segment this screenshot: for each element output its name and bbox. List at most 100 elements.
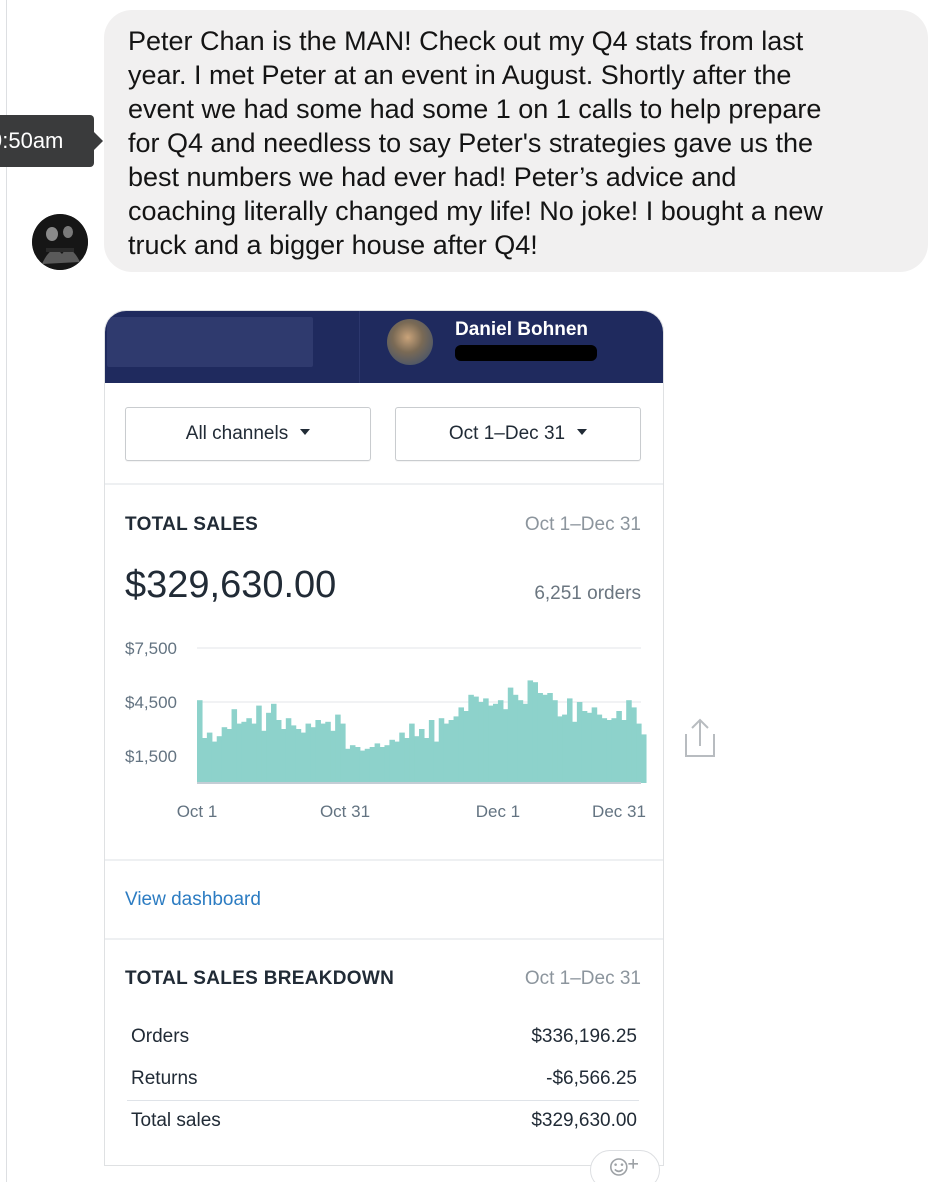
chart-bar (576, 702, 583, 783)
chart-bar (399, 732, 405, 783)
sender-avatar-image (32, 214, 88, 270)
chart-bar (201, 738, 208, 783)
breakdown-row-value: $336,196.25 (531, 1026, 637, 1047)
chart-bar (419, 729, 425, 783)
chart-bar (522, 703, 529, 783)
chart-bar (216, 736, 223, 783)
chart-bar (527, 680, 534, 783)
chart-bar (275, 720, 282, 783)
date-range-dropdown-label: Oct 1–Dec 31 (448, 423, 566, 444)
add-reaction-button[interactable] (590, 1150, 660, 1182)
chart-bar (241, 721, 247, 783)
chart-bar (271, 703, 277, 783)
chart-bar (626, 700, 632, 783)
chart-bar (197, 700, 203, 783)
chart-bar (206, 732, 213, 783)
chart-bar (261, 730, 267, 783)
chart-bar (246, 718, 252, 783)
breakdown-row-returns: Returns -$6,566.25 (131, 1058, 637, 1098)
caret-down-icon (300, 428, 311, 435)
chart-bar (211, 741, 218, 783)
chart-bar (596, 714, 603, 783)
message-line: event we had some had some 1 on 1 calls … (128, 94, 822, 124)
breakdown-date: Oct 1–Dec 31 (524, 968, 641, 989)
y-tick-label: $1,500 (125, 747, 177, 766)
sales-screenshot-card: Daniel Bohnen All channels Oct 1–Dec 31 … (104, 310, 664, 1166)
user-name: Daniel Bohnen (455, 319, 589, 340)
user-avatar[interactable] (387, 319, 433, 365)
chart-bar (423, 738, 430, 783)
chart-bar (641, 734, 647, 783)
breakdown-row-label: Returns (131, 1068, 198, 1089)
chart-bar (256, 705, 262, 783)
date-range-dropdown[interactable]: Oct 1–Dec 31 (395, 407, 641, 461)
chart-bar (517, 700, 524, 783)
y-tick-label: $7,500 (125, 639, 177, 658)
section-divider (105, 859, 663, 861)
chart-bar (354, 747, 361, 783)
caret-down-icon (577, 428, 588, 435)
chart-bar (478, 702, 484, 783)
chart-bar (389, 739, 395, 783)
chart-bar (601, 718, 608, 783)
sender-avatar[interactable] (32, 214, 88, 270)
breakdown-title: TOTAL SALES BREAKDOWN (125, 968, 395, 989)
chart-bar (611, 718, 617, 783)
chart-bar (557, 716, 563, 783)
message-line: truck and a bigger house after Q4! (128, 230, 538, 260)
x-tick-label: Oct 31 (320, 802, 370, 821)
redacted-store-name (455, 345, 597, 361)
section-divider (105, 483, 663, 485)
chart-bar (493, 703, 499, 783)
total-sales-date: Oct 1–Dec 31 (524, 514, 641, 535)
chart-bar (453, 716, 460, 783)
chart-bar (305, 723, 312, 783)
chart-bar (631, 707, 637, 783)
chart-bar (330, 730, 336, 783)
chart-bar (428, 720, 435, 783)
header-search-box[interactable] (107, 317, 313, 367)
chart-bar (266, 712, 272, 783)
message-line: year. I met Peter at an event in August.… (128, 60, 792, 90)
channels-dropdown-label: All channels (185, 423, 289, 444)
chart-bar (231, 709, 238, 783)
breakdown-row-total: Total sales $329,630.00 (131, 1100, 637, 1140)
chart-bar (325, 721, 331, 783)
share-icon[interactable] (680, 712, 720, 762)
chart-bar (345, 748, 351, 783)
total-sales-title: TOTAL SALES (125, 514, 259, 535)
breakdown-row-value: $329,630.00 (531, 1110, 637, 1131)
chart-bar (537, 693, 543, 783)
x-tick-label: Dec 31 (592, 802, 646, 821)
chart-bar (379, 747, 386, 783)
chart-bar (404, 738, 410, 783)
chart-bar (394, 741, 400, 783)
chart-bar (285, 718, 292, 783)
chart-bar (552, 700, 558, 783)
channels-dropdown[interactable]: All channels (125, 407, 371, 461)
chart-bar (488, 705, 494, 783)
message-line: coaching literally changed my life! No j… (128, 196, 823, 226)
orders-count: 6,251 orders (534, 583, 641, 604)
chart-bar (606, 720, 612, 783)
chart-bar (300, 732, 307, 783)
message-timestamp: 9:50am (0, 115, 94, 167)
chart-bar (315, 720, 321, 783)
view-dashboard-link[interactable]: View dashboard (125, 889, 261, 911)
chart-bar (636, 723, 642, 783)
chart-bar (374, 743, 381, 783)
chart-bar (448, 720, 455, 783)
chart-bar (226, 729, 233, 783)
message-line: best numbers we had ever had! Peter’s ad… (128, 162, 737, 192)
sales-chart: $7,500 $4,500 $1,500 Oct 1 Oct 31 Dec 1 Dec 31 (125, 639, 647, 821)
breakdown-row-orders: Orders $336,196.25 (131, 1016, 637, 1056)
chart-bar (591, 707, 598, 783)
chart-bar (335, 714, 341, 783)
chart-bar (221, 727, 228, 783)
chart-bar (507, 687, 514, 783)
breakdown-row-label: Orders (131, 1026, 190, 1047)
message-line: for Q4 and needless to say Peter's strat… (128, 128, 814, 158)
chart-bar (497, 700, 504, 783)
chart-bar (581, 711, 588, 783)
x-tick-label: Oct 1 (177, 802, 218, 821)
